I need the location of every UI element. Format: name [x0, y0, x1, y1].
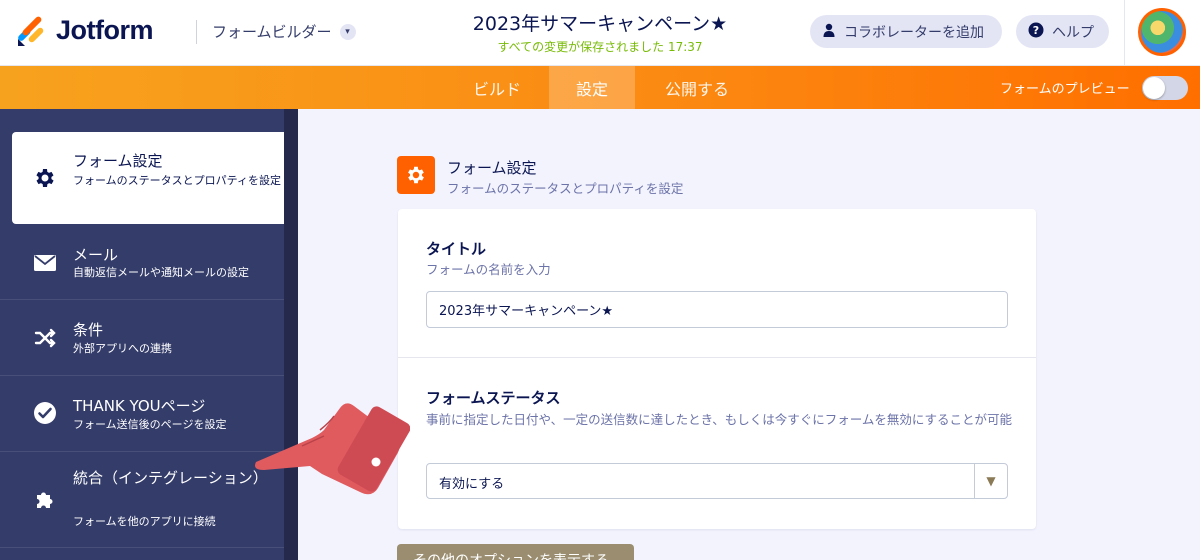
form-status-select[interactable]: 有効にする ▼ [426, 463, 1008, 499]
status-field-help: 事前に指定した日付や、一定の送信数に達したとき、もしくは今すぐにフォームを無効に… [426, 412, 1013, 427]
sidebar-item-integrations[interactable]: 統合（インテグレーション） フォームを他のアプリに接続 [0, 452, 284, 548]
puzzle-icon [32, 487, 58, 513]
header-divider [196, 20, 197, 44]
status-field-label: フォームステータス [426, 389, 561, 407]
form-preview-toggle[interactable] [1142, 76, 1188, 100]
gear-icon [32, 165, 58, 191]
builder-dropdown[interactable]: フォームビルダー ▾ [212, 21, 356, 42]
title-field-label: タイトル [426, 240, 487, 258]
tab-settings[interactable]: 設定 [549, 66, 635, 109]
sidebar-item-form-settings[interactable]: フォーム設定 フォームのステータスとプロパティを設定 [12, 132, 284, 224]
dropdown-arrow-icon: ▼ [974, 464, 1007, 498]
toggle-knob [1143, 77, 1165, 99]
sidebar-item-title: フォーム設定 [73, 152, 163, 170]
builder-dropdown-label: フォームビルダー [212, 23, 332, 41]
mode-tab-bar: ビルド 設定 公開する フォームのプレビュー [0, 66, 1200, 109]
form-status-value: 有効にする [439, 477, 505, 492]
sidebar-item-title: 条件 [73, 321, 104, 339]
jotform-logo-icon [14, 13, 48, 47]
jotform-logo[interactable]: Jotform [14, 13, 154, 47]
form-preview-label: フォームのプレビュー [1000, 82, 1130, 97]
pointing-hand-icon [255, 403, 410, 495]
sidebar-item-conditions[interactable]: 条件 外部アプリへの連携 [0, 300, 284, 376]
sidebar-item-subtitle: 自動返信メールや通知メールの設定 [73, 266, 249, 279]
check-circle-icon [32, 400, 58, 426]
question-icon: ? [1028, 22, 1044, 42]
tab-publish[interactable]: 公開する [644, 66, 750, 109]
card-divider [398, 357, 1036, 358]
section-subtitle: フォームのステータスとプロパティを設定 [447, 181, 684, 196]
envelope-icon [32, 250, 58, 276]
form-title[interactable]: 2023年サマーキャンペーン★ [380, 9, 820, 36]
sidebar-item-subtitle: フォームを他のアプリに接続 [73, 515, 216, 528]
sidebar-item-title: メール [73, 246, 119, 264]
add-collaborator-label: コラボレーターを追加 [844, 24, 984, 41]
show-more-options-button[interactable]: その他のオプションを表示する [397, 544, 634, 560]
avatar[interactable] [1138, 8, 1186, 56]
section-title: フォーム設定 [447, 159, 537, 177]
sidebar-item-subtitle: フォーム送信後のページを設定 [73, 418, 227, 431]
shuffle-icon [32, 325, 58, 351]
tab-build[interactable]: ビルド [452, 66, 542, 109]
sidebar-item-thank-you-page[interactable]: THANK YOUページ フォーム送信後のページを設定 [0, 376, 284, 452]
sidebar-item-subtitle: フォームのステータスとプロパティを設定 [73, 174, 282, 187]
title-field-help: フォームの名前を入力 [426, 262, 551, 277]
help-button[interactable]: ? ヘルプ [1016, 15, 1109, 48]
svg-text:?: ? [1033, 24, 1039, 37]
user-icon [822, 23, 836, 41]
sidebar-item-title: 統合（インテグレーション） [73, 469, 268, 487]
header-divider-right [1124, 0, 1125, 66]
help-label: ヘルプ [1052, 24, 1094, 41]
save-status: すべての変更が保存されました 17:37 [497, 40, 703, 54]
sidebar-item-title: THANK YOUページ [73, 397, 206, 415]
logo-wordmark: Jotform [56, 14, 154, 45]
form-title-input[interactable]: 2023年サマーキャンペーン★ [426, 291, 1008, 328]
chevron-down-icon: ▾ [339, 23, 356, 40]
sidebar-item-email[interactable]: メール 自動返信メールや通知メールの設定 [0, 224, 284, 300]
sidebar-item-subtitle: 外部アプリへの連携 [73, 342, 172, 355]
add-collaborator-button[interactable]: コラボレーターを追加 [810, 15, 1002, 48]
section-gear-icon [397, 156, 435, 194]
top-header: Jotform フォームビルダー ▾ 2023年サマーキャンペーン★ すべての変… [0, 0, 1200, 66]
